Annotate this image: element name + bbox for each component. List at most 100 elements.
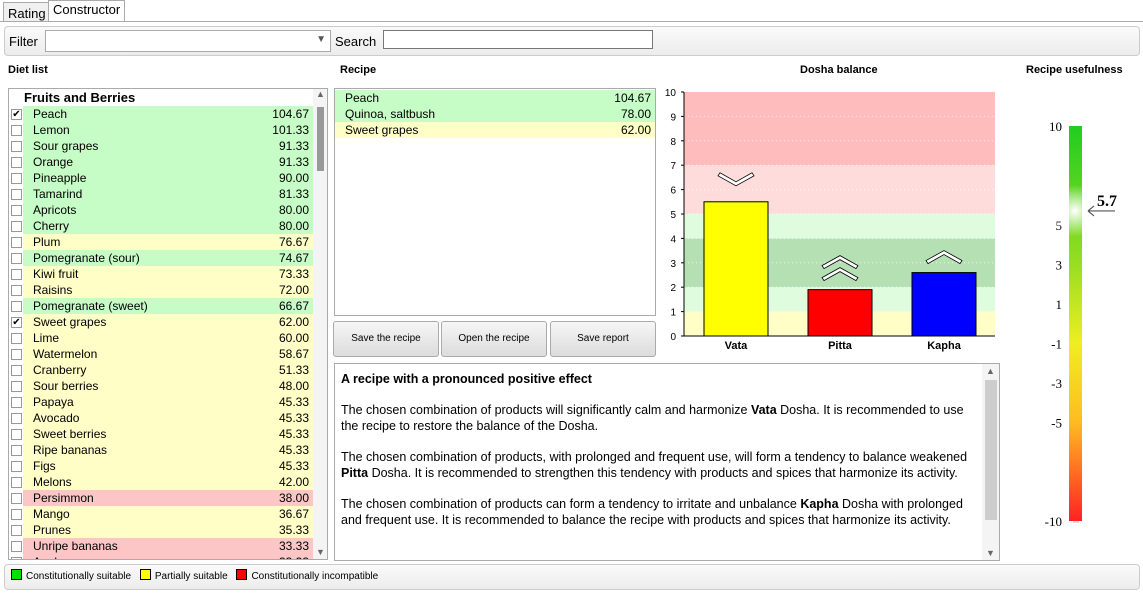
checkbox[interactable]: ✔ [11,109,22,120]
list-item[interactable]: Watermelon 58.67 [9,346,313,362]
list-item[interactable]: Apples33.33 [9,554,313,559]
tab-constructor[interactable]: Constructor [48,0,126,22]
y-tick-label: 9 [670,112,676,123]
list-item[interactable]: Melons 42.00 [9,474,313,490]
list-item[interactable]: Persimmon 38.00 [9,490,313,506]
checkbox[interactable] [11,349,22,360]
scroll-down-icon[interactable]: ▼ [316,547,325,557]
checkbox[interactable] [11,301,22,312]
item-name: Sweet berries [23,426,313,442]
checkbox[interactable] [11,397,22,408]
list-item[interactable]: ✔ Peach 104.67 [9,106,313,122]
checkbox[interactable] [11,189,22,200]
checkbox[interactable] [11,381,22,392]
list-item[interactable]: Raisins 72.00 [9,282,313,298]
list-item[interactable]: Prunes 35.33 [9,522,313,538]
checkbox[interactable] [11,541,22,552]
search-input[interactable] [383,30,653,49]
list-item[interactable]: Sweet grapes 62.00 [335,122,655,138]
item-name: Sweet grapes [23,314,313,330]
checkbox[interactable] [11,477,22,488]
filter-bar: Filter ▼ Search [4,26,1140,56]
item-name: Watermelon [23,346,313,362]
diet-list-scrollbar[interactable]: ▲ ▼ [313,89,327,559]
item-name: Peach [23,106,313,122]
list-item[interactable]: Avocado 45.33 [9,410,313,426]
scroll-up-icon[interactable]: ▲ [316,89,325,99]
list-item[interactable]: Unripe bananas 33.33 [9,538,313,554]
checkbox[interactable] [11,333,22,344]
checkbox[interactable] [11,237,22,248]
checkbox[interactable]: ✔ [11,317,22,328]
list-item[interactable]: Tamarind 81.33 [9,186,313,202]
save-recipe-button[interactable]: Save the recipe [333,321,439,357]
y-tick-label: 1 [670,308,676,319]
checkbox[interactable] [11,157,22,168]
item-value: 35.33 [278,523,309,537]
list-item[interactable]: Cranberry 51.33 [9,362,313,378]
list-item[interactable]: Ripe bananas 45.33 [9,442,313,458]
list-item[interactable]: Pineapple 90.00 [9,170,313,186]
list-item[interactable]: Mango 36.67 [9,506,313,522]
list-item[interactable]: Papaya 45.33 [9,394,313,410]
scrollbar-thumb[interactable] [317,107,324,171]
list-item[interactable]: Lemon 101.33 [9,122,313,138]
description-paragraph: The chosen combination of products will … [341,403,964,433]
list-item[interactable]: Sweet berries 45.33 [9,426,313,442]
scroll-up-icon[interactable]: ▲ [986,366,995,376]
x-tick-label: Pitta [828,340,853,352]
checkbox[interactable] [11,285,22,296]
scroll-down-icon[interactable]: ▼ [986,548,995,558]
list-item[interactable]: Kiwi fruit 73.33 [9,266,313,282]
checkbox[interactable] [11,141,22,152]
checkbox[interactable] [11,269,22,280]
checkbox[interactable] [11,413,22,424]
list-item[interactable]: Cherry 80.00 [9,218,313,234]
tab-rating[interactable]: Rating [3,2,51,21]
list-item[interactable]: Peach 104.67 [335,90,655,106]
list-item[interactable]: Apricots 80.00 [9,202,313,218]
save-report-button[interactable]: Save report [550,321,656,357]
list-item[interactable]: Figs 45.33 [9,458,313,474]
chevron-down-icon: ▼ [316,34,326,45]
checkbox[interactable] [11,493,22,504]
item-name: Apples [23,554,313,559]
item-name: Melons [23,474,313,490]
checkbox[interactable] [11,205,22,216]
list-item[interactable]: ✔ Sweet grapes 62.00 [9,314,313,330]
scrollbar-thumb[interactable] [985,380,997,520]
checkbox[interactable] [11,461,22,472]
list-item[interactable]: Lime 60.00 [9,330,313,346]
list-item[interactable]: Plum 76.67 [9,234,313,250]
item-value: 45.33 [278,459,309,473]
list-item[interactable]: Orange 91.33 [9,154,313,170]
open-recipe-button[interactable]: Open the recipe [441,321,547,357]
checkbox[interactable] [11,445,22,456]
description-scrollbar[interactable]: ▲ ▼ [982,364,999,560]
item-value: 45.33 [278,395,309,409]
checkbox[interactable] [11,173,22,184]
search-label: Search [335,34,377,49]
item-name: Papaya [23,394,313,410]
checkbox[interactable] [11,509,22,520]
filter-dropdown[interactable]: ▼ [45,30,331,52]
list-item[interactable]: Pomegranate (sour) 74.67 [9,250,313,266]
list-item[interactable]: Quinoa, saltbush 78.00 [335,106,655,122]
list-item[interactable]: Pomegranate (sweet) 66.67 [9,298,313,314]
item-name: Quinoa, saltbush [335,106,655,122]
item-value: 91.33 [278,139,309,153]
x-tick-label: Vata [725,340,749,352]
checkbox[interactable] [11,221,22,232]
checkbox[interactable] [11,557,22,559]
checkbox[interactable] [11,253,22,264]
item-value: 45.33 [278,411,309,425]
checkbox[interactable] [11,365,22,376]
item-value: 76.67 [278,235,309,249]
list-item[interactable]: Sour berries 48.00 [9,378,313,394]
checkbox[interactable] [11,429,22,440]
bar-kapha [911,272,977,337]
checkbox[interactable] [11,125,22,136]
description-heading: A recipe with a pronounced positive effe… [341,372,592,386]
list-item[interactable]: Sour grapes 91.33 [9,138,313,154]
checkbox[interactable] [11,525,22,536]
